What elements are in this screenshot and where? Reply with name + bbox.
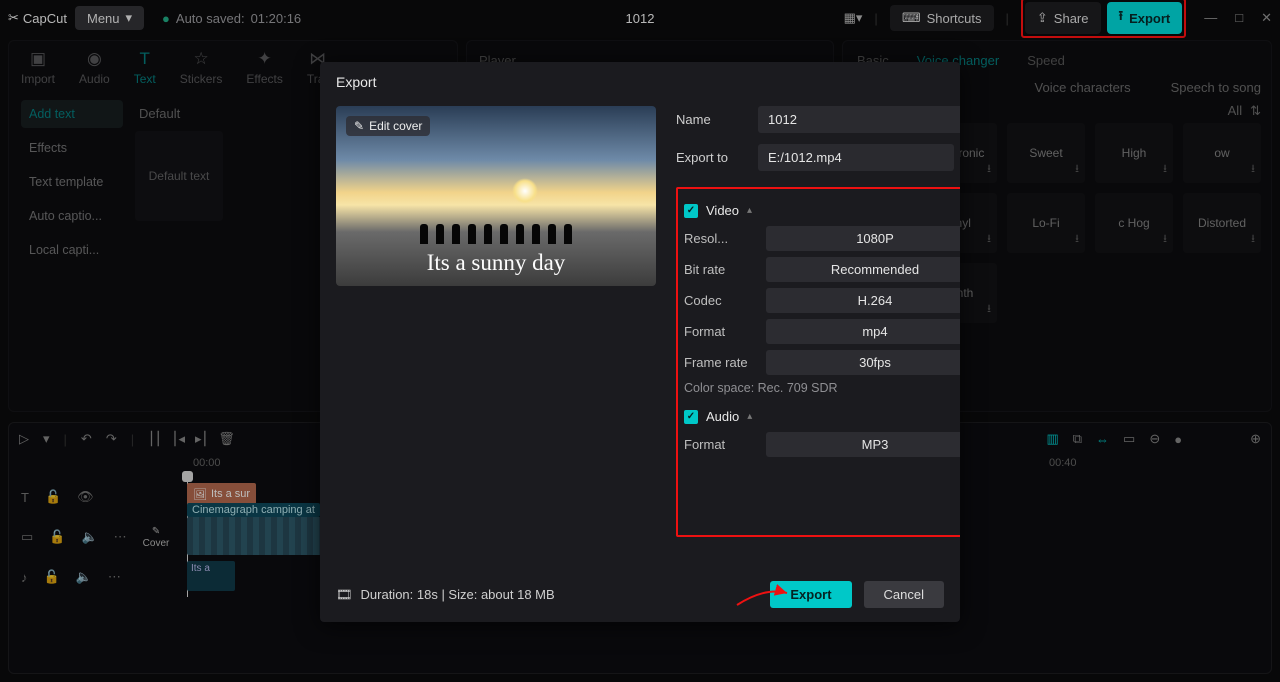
audio-format-select[interactable]: MP3▾ xyxy=(766,432,960,457)
bitrate-select[interactable]: Recommended▾ xyxy=(766,257,960,282)
codec-label: Codec xyxy=(684,293,756,308)
export-path-input[interactable] xyxy=(758,144,954,171)
audio-section-header[interactable]: ✓ Audio ▴ xyxy=(684,409,960,424)
video-checkbox[interactable]: ✓ xyxy=(684,204,698,218)
cover-caption: Its a sunny day xyxy=(336,250,656,276)
audio-section-label: Audio xyxy=(706,409,739,424)
video-section-label: Video xyxy=(706,203,739,218)
modal-title: Export xyxy=(320,62,960,102)
chevron-up-icon: ▴ xyxy=(747,205,752,216)
video-section-header[interactable]: ✓ Video ▴ xyxy=(684,203,960,218)
annotation-arrow xyxy=(735,585,785,605)
export-to-label: Export to xyxy=(676,150,748,165)
export-settings-highlight: ✓ Video ▴ Resol... 1080P▾ Bit rate Recom… xyxy=(676,187,960,537)
codec-select[interactable]: H.264▾ xyxy=(766,288,960,313)
resolution-select[interactable]: 1080P▾ xyxy=(766,226,960,251)
framerate-select[interactable]: 30fps▾ xyxy=(766,350,960,375)
colorspace-note: Color space: Rec. 709 SDR xyxy=(684,381,960,395)
framerate-label: Frame rate xyxy=(684,355,756,370)
modal-footer: 🎞 Duration: 18s | Size: about 18 MB Expo… xyxy=(320,569,960,622)
export-modal: Export ✎ Edit cover Its a sunny day Name… xyxy=(320,62,960,622)
bitrate-label: Bit rate xyxy=(684,262,756,277)
silhouette-graphic xyxy=(336,224,656,244)
pencil-icon: ✎ xyxy=(354,119,364,133)
audio-format-label: Format xyxy=(684,437,756,452)
audio-checkbox[interactable]: ✓ xyxy=(684,410,698,424)
name-label: Name xyxy=(676,112,748,127)
modal-cancel-button[interactable]: Cancel xyxy=(864,581,944,608)
edit-cover-label: Edit cover xyxy=(369,119,422,133)
duration-text: Duration: 18s | Size: about 18 MB xyxy=(361,587,555,602)
duration-info: 🎞 Duration: 18s | Size: about 18 MB xyxy=(336,587,555,603)
format-select[interactable]: mp4▾ xyxy=(766,319,960,344)
format-label: Format xyxy=(684,324,756,339)
cover-preview: ✎ Edit cover Its a sunny day xyxy=(336,106,656,286)
chevron-up-icon: ▴ xyxy=(747,411,752,422)
name-input[interactable] xyxy=(758,106,960,133)
export-form: Name Export to 📁 ✓ Video ▴ Resol... 1080… xyxy=(676,106,960,569)
sun-graphic xyxy=(512,178,538,204)
resolution-label: Resol... xyxy=(684,231,756,246)
film-icon: 🎞 xyxy=(336,587,353,603)
edit-cover-button[interactable]: ✎ Edit cover xyxy=(346,116,430,136)
